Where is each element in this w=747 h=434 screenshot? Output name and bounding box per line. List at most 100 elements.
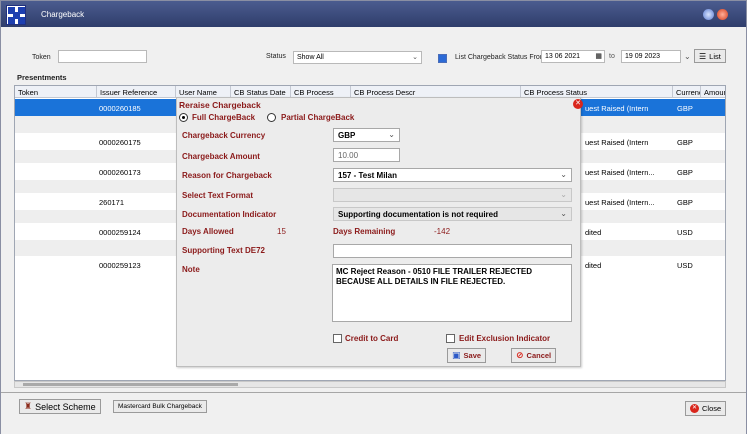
date-from-picker[interactable]: 13 06 2021 ▦ [541,50,605,63]
select-scheme-label: Select Scheme [35,401,96,412]
currency-value: GBP [338,131,356,140]
presentments-title: Presentments [17,73,67,82]
help-icon[interactable] [703,9,714,20]
note-label: Note [182,265,200,274]
issuer-reference-cell: 0000260173 [99,168,141,177]
title-bar: Chargeback [1,1,746,27]
status-cell: uest Raised (Intern [585,104,649,113]
issuer-reference-cell: 0000260185 [99,104,141,113]
column-header-currency[interactable]: Currency [673,86,701,98]
save-disk-icon: ▣ [452,350,461,360]
doc-indicator-value: Supporting documentation is not required [338,210,498,219]
currency-cell: GBP [677,138,693,147]
footer-bar: ♜ Select Scheme Mastercard Bulk Chargeba… [1,392,746,434]
date-to-picker[interactable]: 19 09 2023 [621,50,681,63]
currency-cell: GBP [677,198,693,207]
date-from-value: 13 06 2021 [545,53,581,60]
select-scheme-button[interactable]: ♜ Select Scheme [19,399,101,414]
chevron-down-icon: ⌄ [560,190,567,199]
app-logo-icon [6,5,26,25]
doc-indicator-label: Documentation Indicator [182,210,277,219]
date-to-chevron-icon[interactable]: ⌄ [684,52,691,61]
status-cell: uest Raised (Intern... [585,168,655,177]
reason-dropdown[interactable]: 157 - Test Milan ⌄ [333,168,572,182]
cancel-icon: ⊘ [516,350,524,360]
days-allowed-value: 15 [277,227,286,236]
status-label: Status [266,53,286,60]
currency-cell: USD [677,261,693,270]
column-header-amount[interactable]: Amount [701,86,725,98]
reraise-chargeback-dialog: Reraise Chargeback ✕ Full ChargeBack Par… [176,97,583,367]
dialog-title: Reraise Chargeback [179,100,261,110]
supporting-text-input[interactable] [333,244,572,258]
cancel-button[interactable]: ⊘ Cancel [511,348,557,363]
days-remaining-value: -142 [434,227,451,236]
window-title: Chargeback [41,10,85,19]
window-close-icon[interactable] [717,9,728,20]
close-button-label: Close [702,404,722,413]
status-cell: uest Raised (Intern [585,138,649,147]
days-allowed-label: Days Allowed [182,227,234,236]
chevron-down-icon: ⌄ [560,209,567,218]
to-label: to [609,53,615,60]
status-dropdown[interactable]: Show All ⌄ [293,51,422,64]
partial-chargeback-radio[interactable] [267,113,276,122]
close-x-icon: ✕ [690,404,699,413]
partial-chargeback-label[interactable]: Partial ChargeBack [281,113,354,122]
issuer-reference-cell: 0000260175 [99,138,141,147]
chevron-down-icon: ⌄ [560,170,567,179]
supporting-text-label: Supporting Text DE72 [182,246,265,255]
mastercard-bulk-button[interactable]: Mastercard Bulk Chargeback [113,400,207,413]
currency-label: Chargeback Currency [182,131,266,140]
list-icon: ☰ [699,51,707,61]
chevron-down-icon: ⌄ [412,54,418,61]
status-cell: uest Raised (Intern... [585,198,655,207]
issuer-reference-cell: 0000259124 [99,228,141,237]
issuer-reference-cell: 260171 [99,198,125,207]
list-button-label: List [709,51,721,61]
token-input[interactable] [58,50,147,63]
list-status-checkbox[interactable] [438,54,447,63]
save-button-label: Save [463,351,482,360]
list-button[interactable]: ☰ List [694,49,726,63]
currency-cell: GBP [677,104,693,113]
calendar-icon: ▦ [595,53,602,60]
amount-input[interactable]: 10.00 [333,148,400,162]
scheme-icon: ♜ [24,401,33,411]
status-cell: dited [585,228,602,237]
token-label: Token [32,54,51,61]
horizontal-scrollbar[interactable] [14,381,726,388]
dialog-close-icon[interactable]: ✕ [573,99,583,109]
column-header-issuer-reference[interactable]: Issuer Reference [97,86,176,98]
date-to-value: 19 09 2023 [625,53,661,60]
list-status-label: List Chargeback Status From [455,54,546,61]
save-button[interactable]: ▣ Save [447,348,487,363]
note-textarea[interactable]: MC Reject Reason - 0510 FILE TRAILER REJ… [332,264,572,322]
reason-label: Reason for Chargeback [182,171,272,180]
issuer-reference-cell: 0000259123 [99,261,141,270]
days-remaining-label: Days Remaining [333,227,396,236]
currency-dropdown[interactable]: GBP ⌄ [333,128,400,142]
amount-label: Chargeback Amount [182,152,260,161]
currency-cell: USD [677,228,693,237]
reason-value: 157 - Test Milan [338,171,397,180]
close-button[interactable]: ✕ Close [685,401,727,416]
doc-indicator-dropdown[interactable]: Supporting documentation is not required… [333,207,572,221]
mastercard-bulk-label: Mastercard Bulk Chargeback [118,403,202,410]
chargeback-window: Chargeback Token Status Show All ⌄ List … [0,0,747,434]
currency-cell: GBP [677,168,693,177]
credit-to-card-checkbox[interactable] [333,334,342,343]
credit-to-card-label: Credit to Card [345,334,399,343]
status-cell: dited [585,261,602,270]
edit-exclusion-label: Edit Exclusion Indicator [459,334,551,343]
edit-exclusion-checkbox[interactable] [446,334,455,343]
cancel-button-label: Cancel [526,351,552,360]
full-chargeback-radio[interactable] [179,113,188,122]
text-format-label: Select Text Format [182,191,253,200]
text-format-dropdown[interactable]: ⌄ [333,188,572,202]
full-chargeback-label[interactable]: Full ChargeBack [192,113,255,122]
column-header-token[interactable]: Token [15,86,97,98]
status-value: Show All [297,54,324,61]
scrollbar-thumb[interactable] [23,383,238,386]
chevron-down-icon: ⌄ [388,130,395,139]
